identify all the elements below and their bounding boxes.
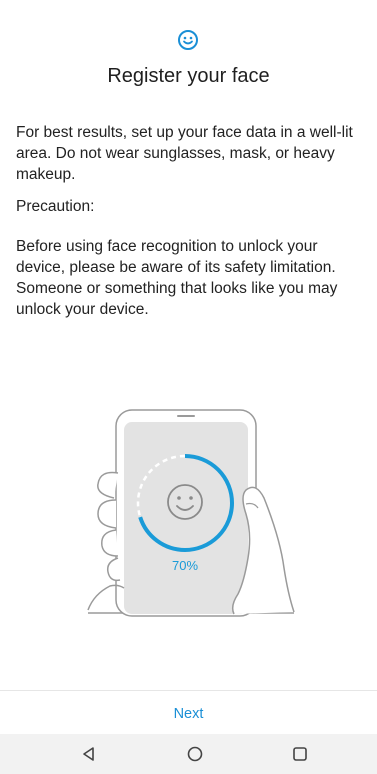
face-scan-illustration: 70% (87, 409, 295, 617)
smiley-face-icon (178, 30, 198, 50)
next-button[interactable]: Next (158, 698, 220, 730)
progress-percent-label: 70% (172, 558, 198, 573)
precaution-label: Precaution: (16, 198, 95, 215)
face-registration-screen: Register your face For best results, set… (0, 0, 377, 774)
precaution-text: Before using face recognition to unlock … (16, 238, 338, 318)
bottom-action-bar: Next (0, 690, 377, 737)
home-circle-icon[interactable] (185, 744, 205, 764)
instructions-text: For best results, set up your face data … (16, 124, 353, 183)
back-triangle-icon[interactable] (79, 744, 99, 764)
recents-square-icon[interactable] (290, 744, 310, 764)
system-navigation-bar (0, 734, 377, 774)
page-title: Register your face (107, 65, 270, 87)
